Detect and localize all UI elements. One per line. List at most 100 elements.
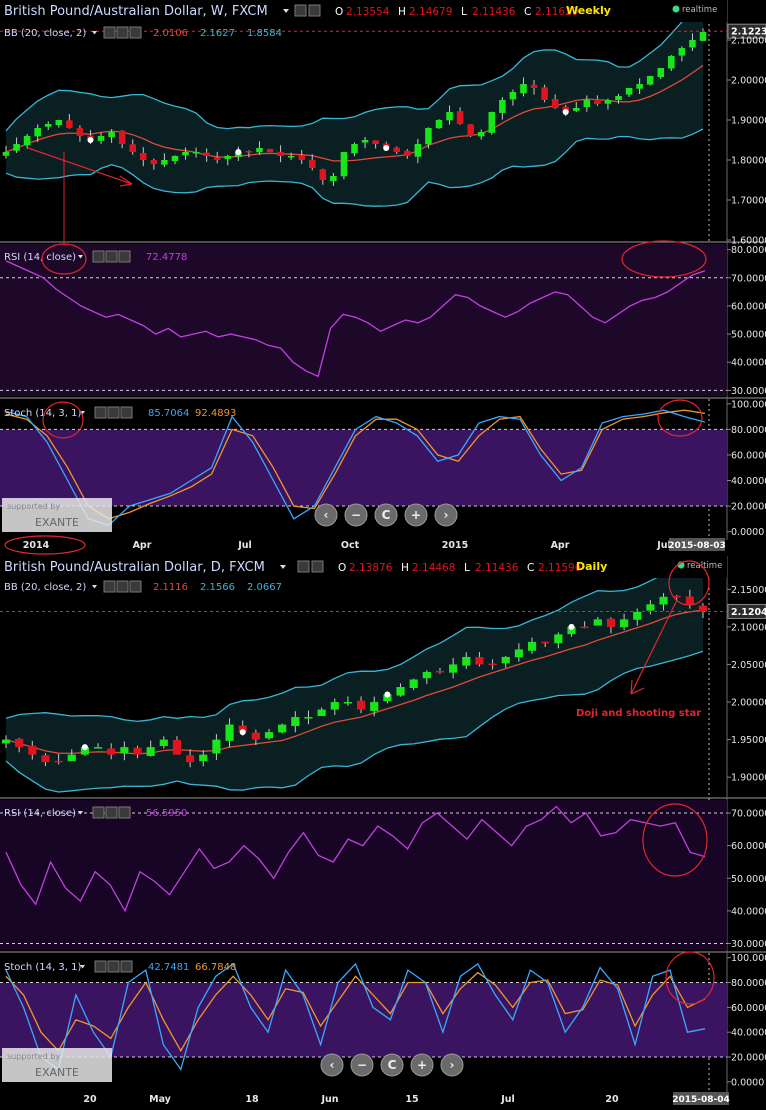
exante-watermark: supported by EXANTE: [2, 1048, 112, 1082]
stoch-k-value: 42.7481: [148, 962, 189, 973]
visibility-icon[interactable]: [92, 806, 105, 819]
ohlc-label: L: [461, 6, 467, 18]
axis-tick-label: 1.90000: [731, 773, 766, 784]
ohlc-label: H: [398, 6, 406, 18]
candle-body: [108, 132, 115, 138]
candle-body: [28, 745, 37, 755]
candle-body: [356, 700, 366, 710]
candle-body: [361, 140, 369, 143]
visibility-icon[interactable]: [308, 4, 321, 17]
settings-icon[interactable]: [107, 406, 120, 419]
time-axis: 20 May 18 Jun 15 Jul 20 2015-08-04: [83, 1092, 730, 1105]
close-icon[interactable]: [118, 806, 131, 819]
axis-tick-label: 1.95000: [731, 735, 766, 746]
visibility-icon[interactable]: [103, 26, 116, 39]
axis-tick-label: 50.0000: [731, 874, 766, 885]
nav-button-label: ›: [450, 1058, 455, 1072]
candle-body: [15, 738, 24, 748]
axis-tick-label: 20.0000: [731, 1052, 766, 1063]
candle-body: [159, 739, 168, 747]
candle-body: [572, 108, 580, 111]
doji-marker: [235, 149, 242, 155]
candle-body: [633, 611, 642, 620]
visibility-icon[interactable]: [103, 580, 116, 593]
bb-legend-label: BB (20, close, 2): [4, 582, 86, 593]
candle-body: [625, 88, 633, 95]
bb-legend-label: BB (20, close, 2): [4, 28, 86, 39]
candle-body: [93, 747, 103, 749]
candle-body: [620, 619, 629, 628]
candle-body: [530, 84, 538, 88]
visibility-icon[interactable]: [92, 250, 105, 263]
candle-body: [319, 169, 327, 180]
axis-tick-label: 1.70000: [731, 196, 766, 207]
candle-body: [659, 596, 668, 605]
chevron-down-icon[interactable]: [92, 31, 97, 35]
ohlc-label: O: [335, 6, 343, 18]
axis-tick-label: 20.0000: [731, 502, 766, 513]
axis-tick-label: 1.90000: [731, 116, 766, 127]
stoch-axis: 100.0000 80.0000 60.0000 40.0000 20.0000 0.00…: [727, 399, 766, 538]
axis-tick-label: 2.15000: [731, 585, 766, 596]
nav-button-label: C: [388, 1058, 397, 1072]
axis-tick-label: 40.0000: [731, 1028, 766, 1039]
nav-button-label: ‹: [330, 1058, 335, 1072]
close-icon[interactable]: [118, 250, 131, 263]
close-icon[interactable]: [120, 406, 133, 419]
candle-body: [140, 152, 147, 160]
candle-body: [129, 144, 137, 152]
settings-icon[interactable]: [116, 26, 129, 39]
visibility-icon[interactable]: [94, 406, 107, 419]
time-tick-label: Oct: [341, 540, 360, 551]
settings-icon[interactable]: [105, 806, 118, 819]
settings-icon[interactable]: [107, 960, 120, 973]
ohlc-value: 2.13876: [349, 562, 393, 574]
settings-icon[interactable]: [294, 4, 307, 17]
candle-body: [554, 634, 563, 644]
settings-icon[interactable]: [105, 250, 118, 263]
candle-body: [404, 150, 411, 156]
bb-value: 2.0667: [247, 582, 282, 593]
symbol-title: British Pound/Australian Dollar, W, FXCM: [4, 4, 268, 19]
visibility-icon[interactable]: [94, 960, 107, 973]
nav-button-label: ‹: [324, 508, 329, 522]
close-icon[interactable]: [129, 26, 142, 39]
candle-body: [13, 144, 20, 151]
axis-tick-label: 40.0000: [731, 906, 766, 917]
candle-body: [475, 657, 484, 665]
candle-body: [551, 99, 559, 108]
chevron-down-icon[interactable]: [92, 585, 97, 589]
chart-canvas: 2.12239RSI (14, close)72.4778Stoch (14, …: [0, 0, 766, 1105]
period-label: Daily: [576, 560, 607, 573]
candle-body: [224, 156, 232, 159]
visibility-icon[interactable]: [311, 560, 324, 573]
zoom-nav: ‹ − C + ›: [314, 503, 458, 527]
axis-tick-label: 60.0000: [731, 301, 766, 312]
candle-body: [467, 124, 474, 136]
watermark-brand: EXANTE: [35, 1066, 79, 1079]
candle-body: [685, 596, 694, 605]
candle-body: [23, 136, 31, 146]
ohlc-value: 2.14468: [412, 562, 455, 574]
axis-tick-label: 30.0000: [731, 386, 766, 397]
candle-body: [541, 87, 548, 100]
time-tick-label: Apr: [551, 540, 570, 551]
ohlc-value: 2.11436: [472, 6, 516, 18]
settings-icon[interactable]: [297, 560, 310, 573]
candle-body: [186, 755, 195, 763]
close-icon[interactable]: [120, 960, 133, 973]
candle-body: [678, 48, 686, 56]
realtime-label: realtime: [682, 5, 717, 15]
candle-body: [225, 724, 234, 741]
candle-body: [514, 649, 523, 658]
candle-body: [1, 739, 11, 744]
axis-tick-label: 0.0000: [731, 527, 764, 538]
close-icon[interactable]: [129, 580, 142, 593]
stoch-axis: 100.0000 80.0000 60.0000 40.0000 20.0000 0.00…: [727, 953, 766, 1088]
watermark-caption: supported by: [7, 502, 60, 511]
rsi-axis: 70.0000 60.0000 50.0000 40.0000 30.0000: [727, 809, 766, 950]
candle-body: [541, 641, 550, 644]
doji-marker: [384, 691, 391, 698]
settings-icon[interactable]: [116, 580, 129, 593]
axis-tick-label: 80.0000: [731, 245, 766, 256]
